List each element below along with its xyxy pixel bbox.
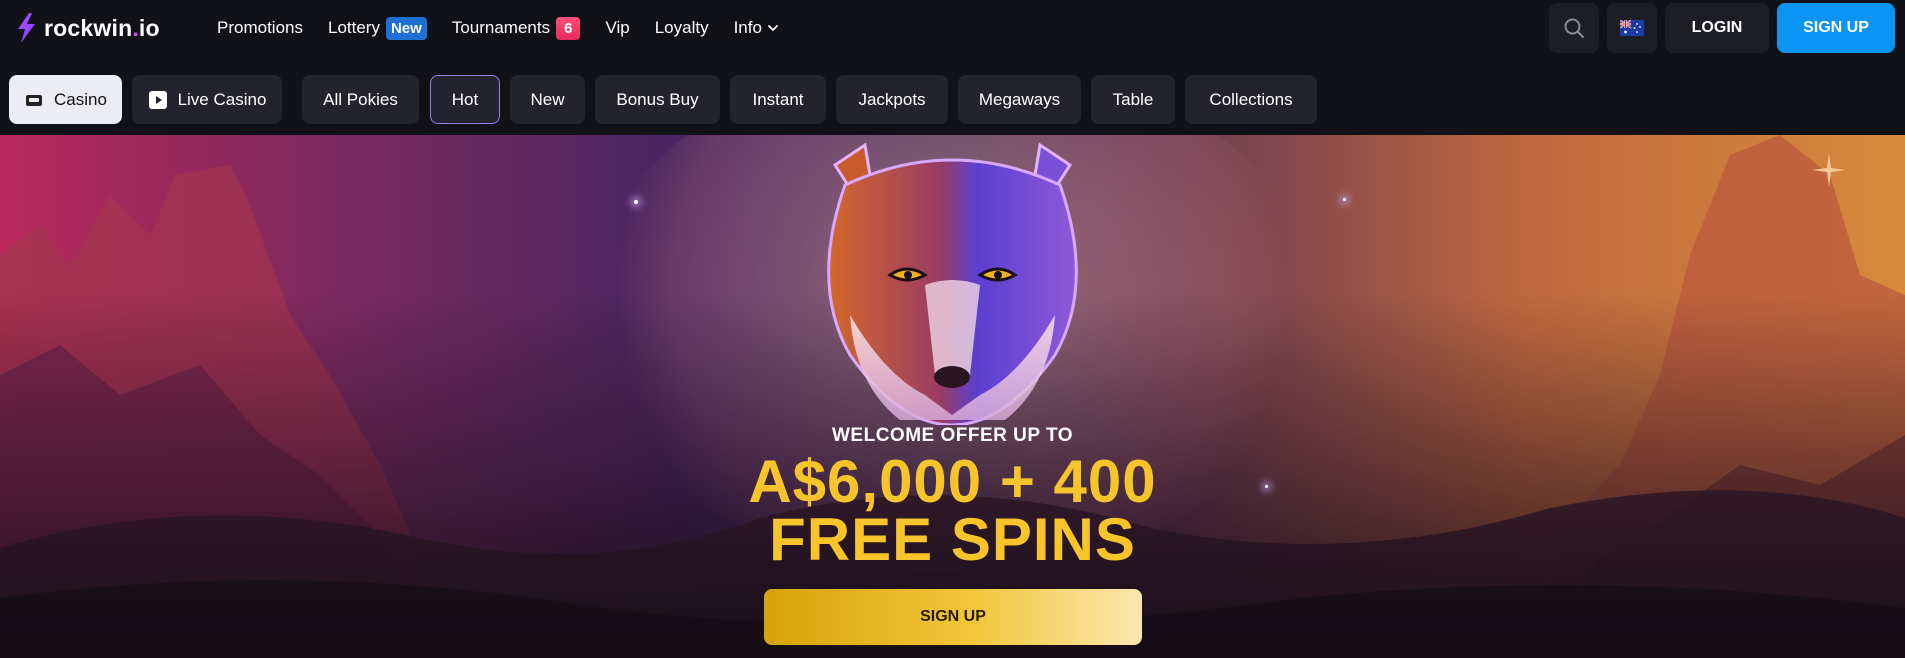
casino-chest-icon: [26, 94, 43, 106]
nav-vip[interactable]: Vip: [605, 18, 629, 38]
offer-subtitle: WELCOME OFFER UP TO: [831, 425, 1074, 446]
hero-signup-button[interactable]: SIGN UP: [764, 589, 1142, 645]
category-all-pokies[interactable]: All Pokies: [302, 75, 419, 124]
nav-lottery-label: Lottery: [327, 18, 380, 37]
play-icon: [148, 90, 167, 109]
offer-headline: A$6,000 + 400 FREE SPINS: [0, 448, 1905, 573]
nav-loyalty[interactable]: Loyalty: [655, 18, 709, 38]
nav-lottery[interactable]: Lottery New: [327, 16, 427, 40]
offer-amount: A$6,000 + 400: [748, 448, 1157, 515]
wolf-illustration: [827, 142, 1078, 425]
category-bonus-buy[interactable]: Bonus Buy: [595, 75, 720, 124]
top-navigation-bar: rockwin.io Promotions Lottery New Tourna…: [0, 0, 1905, 58]
nav-promotions[interactable]: Promotions: [217, 18, 303, 38]
nav-info-dropdown[interactable]: Info: [734, 18, 779, 38]
search-icon: [1564, 18, 1584, 38]
hero-banner: WELCOME OFFER UP TO A$6,000 + 400 FREE S…: [0, 135, 1905, 658]
category-collections[interactable]: Collections: [1185, 75, 1317, 124]
category-instant[interactable]: Instant: [730, 75, 826, 124]
header-actions: LOGIN SIGN UP: [1549, 3, 1895, 53]
chevron-down-icon: [768, 25, 778, 32]
tournaments-count-badge: 6: [556, 16, 581, 40]
search-button[interactable]: [1549, 3, 1599, 53]
tab-live-casino-label: Live Casino: [177, 89, 267, 109]
category-hot[interactable]: Hot: [430, 75, 500, 124]
main-nav: Promotions Lottery New Tournaments 6 Vip…: [217, 14, 804, 42]
language-selector[interactable]: [1607, 3, 1657, 53]
offer-free-spins: FREE SPINS: [769, 506, 1136, 573]
category-jackpots[interactable]: Jackpots: [836, 75, 948, 124]
new-badge: New: [385, 16, 427, 40]
category-megaways[interactable]: Megaways: [958, 75, 1081, 124]
australia-flag-icon: [1620, 20, 1644, 36]
brand-logo[interactable]: rockwin.io: [14, 10, 160, 46]
twinkle-star-icon: [1812, 153, 1846, 187]
tab-live-casino[interactable]: Live Casino: [132, 75, 282, 124]
nav-tournaments-label: Tournaments: [451, 18, 551, 37]
brand-name: rockwin.io: [44, 14, 160, 41]
category-new[interactable]: New: [510, 75, 585, 124]
login-button[interactable]: LOGIN: [1665, 3, 1769, 53]
signup-button[interactable]: SIGN UP: [1777, 3, 1895, 53]
sparkle-icon: [1343, 198, 1346, 201]
category-table[interactable]: Table: [1091, 75, 1175, 124]
nav-tournaments[interactable]: Tournaments 6: [451, 16, 581, 40]
category-bar: Casino Live Casino All Pokies Hot New Bo…: [0, 58, 1905, 135]
sparkle-icon: [634, 200, 638, 204]
tab-casino-label: Casino: [54, 89, 107, 109]
tab-casino[interactable]: Casino: [9, 75, 122, 124]
nav-info-label: Info: [733, 18, 762, 37]
lightning-bolt-icon: [18, 13, 35, 43]
